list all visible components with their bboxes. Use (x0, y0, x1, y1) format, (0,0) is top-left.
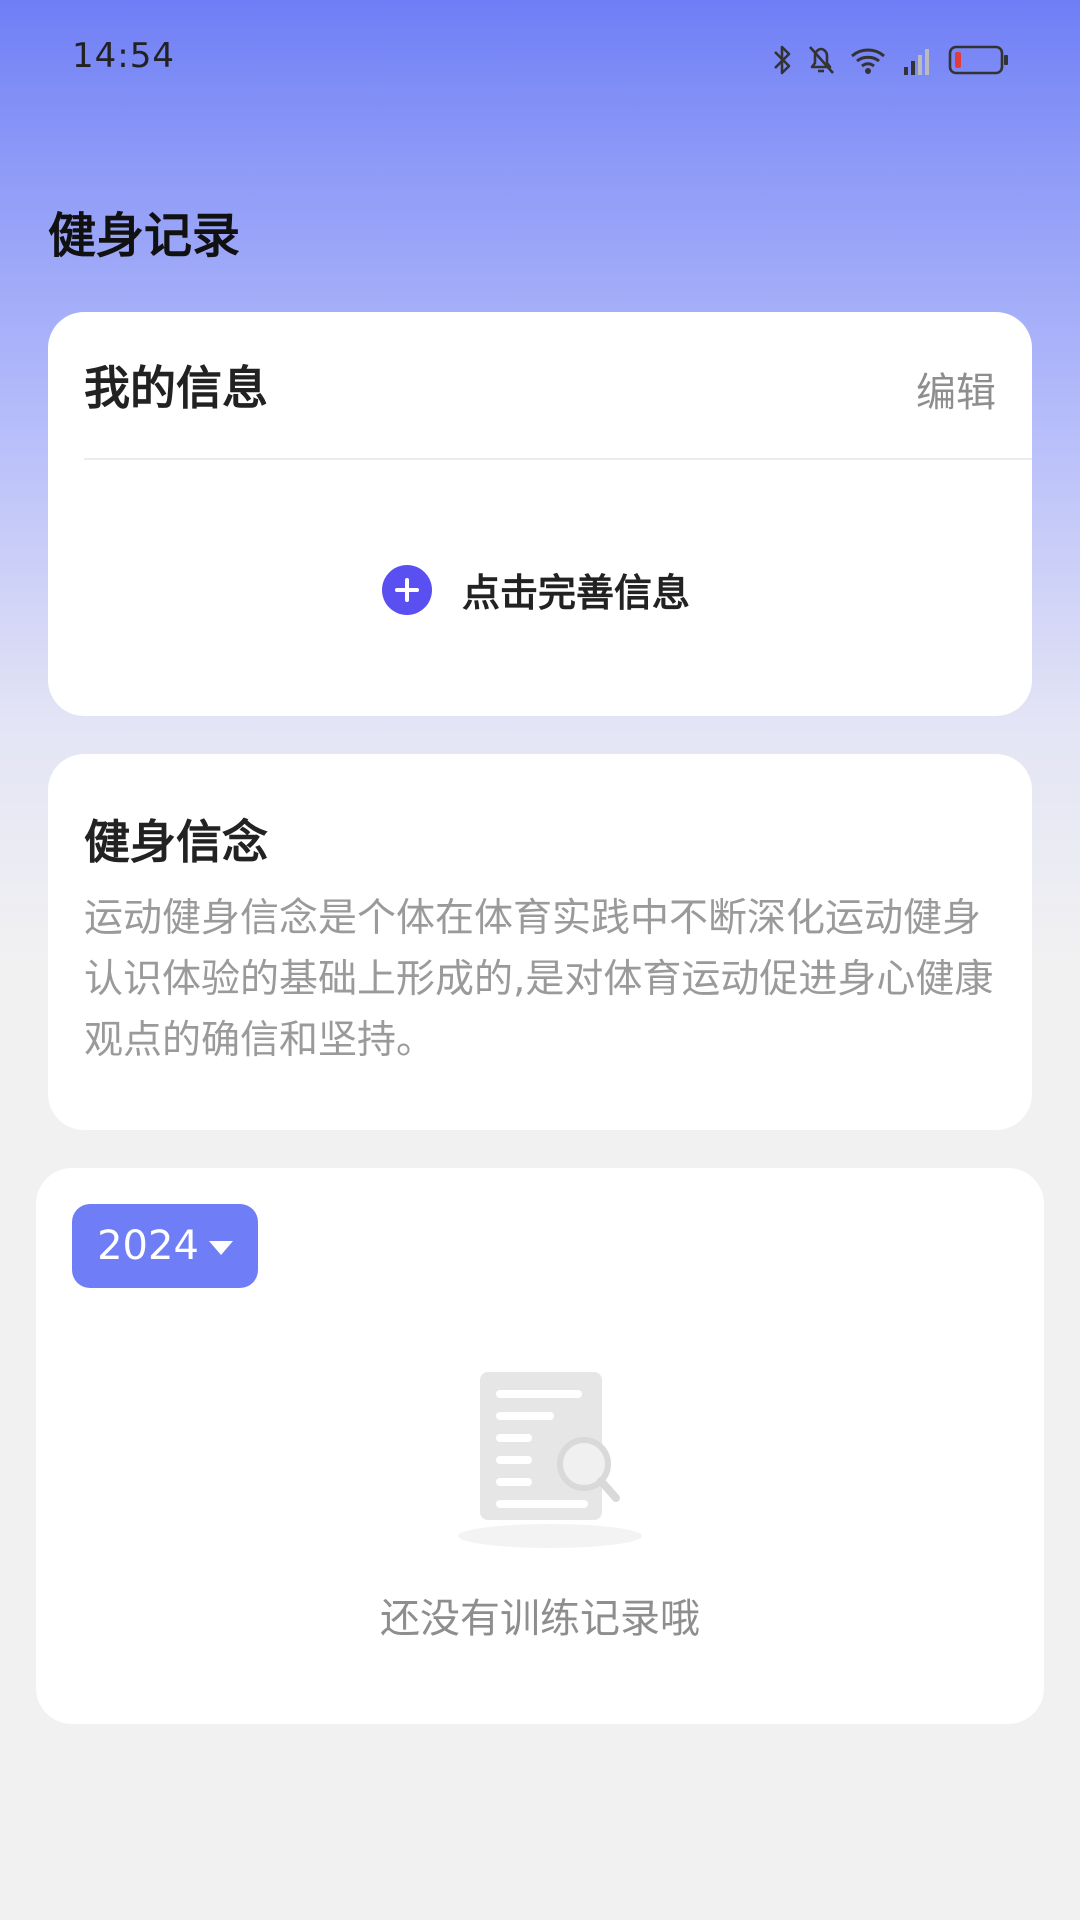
mute-bell-icon (806, 43, 836, 77)
my-info-title: 我的信息 (84, 361, 268, 415)
empty-records-message: 还没有训练记录哦 (380, 1596, 700, 1642)
signal-5g-icon (900, 43, 936, 77)
bluetooth-icon (772, 43, 794, 77)
plus-circle-icon (382, 564, 432, 615)
belief-title: 健身信念 (84, 815, 268, 869)
status-bar: 14:54 (0, 0, 1080, 120)
page-title: 健身记录 (48, 208, 241, 264)
my-info-card: 我的信息 编辑 点击完善信息 (48, 312, 1032, 716)
edit-button[interactable]: 编辑 (916, 360, 996, 418)
divider (84, 458, 1032, 460)
complete-info-label: 点击完善信息 (462, 571, 691, 615)
my-info-header: 我的信息 编辑 (84, 352, 996, 432)
chevron-down-icon (208, 1241, 233, 1255)
year-dropdown[interactable]: 2024 (72, 1204, 258, 1288)
status-icons (772, 38, 1010, 82)
year-label: 2024 (97, 1223, 199, 1269)
fitness-belief-card: 健身信念 运动健身信念是个体在体育实践中不断深化运动健身认识体验的基础上形成的,… (48, 754, 1032, 1130)
training-records-card: 2024 还没有训练记录哦 (36, 1168, 1044, 1724)
battery-low-icon (948, 43, 1010, 77)
wifi-icon (848, 43, 888, 77)
empty-document-icon (440, 1364, 660, 1554)
belief-text: 运动健身信念是个体在体育实践中不断深化运动健身认识体验的基础上形成的,是对体育运… (84, 896, 994, 1063)
complete-info-button[interactable]: 点击完善信息 (382, 562, 690, 617)
status-time: 14:54 (72, 36, 175, 76)
